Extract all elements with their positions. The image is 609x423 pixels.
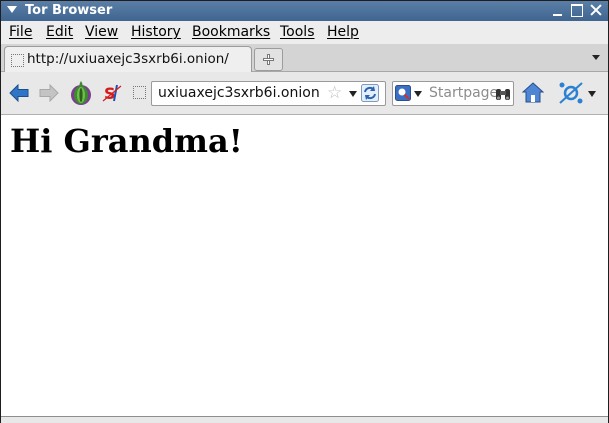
window-menu-icon[interactable] [7, 6, 17, 13]
url-text[interactable]: uxiuaxejc3sxrb6i.onion [158, 85, 320, 101]
search-engine-dropdown-icon[interactable] [414, 91, 422, 97]
search-placeholder[interactable]: Startpage [429, 85, 498, 101]
search-engine-icon[interactable] [395, 85, 411, 101]
close-button[interactable] [589, 3, 603, 17]
tab-strip: http://uxiuaxejc3sxrb6i.onion/ [1, 44, 608, 72]
tab-label: http://uxiuaxejc3sxrb6i.onion/ [27, 51, 229, 67]
torbutton-icon [559, 82, 583, 104]
back-button[interactable] [9, 83, 29, 103]
back-arrow-icon [9, 83, 29, 103]
reload-icon [361, 84, 379, 102]
menu-history[interactable]: History [131, 24, 181, 41]
script-s-icon: S [102, 84, 122, 103]
url-bar[interactable]: uxiuaxejc3sxrb6i.onion ☆ [151, 81, 386, 106]
window-title: Tor Browser [25, 3, 113, 18]
menu-view[interactable]: View [85, 24, 118, 41]
tor-onion-icon [71, 81, 91, 105]
status-bar [1, 416, 608, 423]
menu-bookmarks[interactable]: Bookmarks [192, 24, 270, 41]
navigation-toolbar: S uxiuaxejc3sxrb6i.onion ☆ Startpage [1, 72, 608, 115]
home-button[interactable] [521, 82, 545, 103]
site-identity-icon[interactable] [133, 86, 146, 99]
menu-tools[interactable]: Tools [280, 24, 315, 41]
forward-button[interactable] [39, 83, 59, 103]
page-content: Hi Grandma! [1, 115, 608, 416]
home-icon [521, 82, 545, 103]
minimize-button[interactable] [551, 3, 565, 17]
title-bar[interactable]: Tor Browser [1, 1, 608, 21]
page-heading: Hi Grandma! [10, 122, 243, 160]
forward-arrow-icon [39, 83, 59, 103]
new-tab-button[interactable] [254, 48, 283, 71]
torbutton-button[interactable] [558, 81, 584, 105]
menu-help[interactable]: Help [327, 24, 359, 41]
maximize-button[interactable] [570, 3, 584, 17]
menu-edit[interactable]: Edit [46, 24, 73, 41]
tab-list-dropdown-icon[interactable] [592, 55, 600, 60]
search-bar[interactable]: Startpage [392, 81, 514, 106]
menu-file[interactable]: File [9, 24, 32, 41]
browser-window: Tor Browser File Edit View History Bookm… [0, 0, 609, 423]
star-icon[interactable]: ☆ [327, 83, 342, 103]
torbutton-dropdown-icon[interactable] [588, 91, 596, 97]
tor-onion-button[interactable] [69, 80, 93, 106]
script-s-button[interactable]: S [101, 82, 123, 104]
tab-active[interactable]: http://uxiuaxejc3sxrb6i.onion/ [4, 46, 252, 72]
url-history-dropdown-icon[interactable] [349, 91, 357, 97]
menu-bar: File Edit View History Bookmarks Tools H… [1, 21, 608, 44]
reload-button[interactable] [361, 84, 379, 102]
plus-icon [263, 54, 274, 65]
binoculars-icon[interactable] [495, 86, 511, 100]
favicon-icon [11, 54, 24, 67]
